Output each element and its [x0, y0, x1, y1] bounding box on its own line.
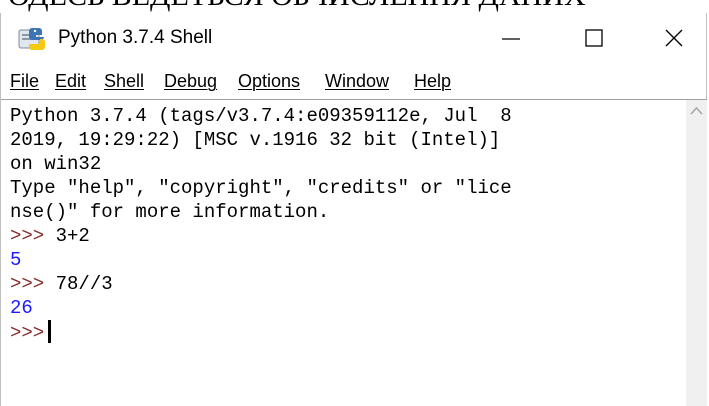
- menu-options[interactable]: Options: [238, 71, 300, 92]
- input-text: 78//3: [55, 273, 113, 295]
- prompt: >>>: [10, 273, 45, 295]
- minimize-icon: [502, 37, 520, 40]
- maximize-icon: [585, 28, 603, 47]
- title-bar[interactable]: Python 3.7.4 Shell: [1, 13, 706, 62]
- menu-debug[interactable]: Debug: [164, 71, 217, 92]
- banner-line: on win32: [10, 153, 102, 175]
- vertical-scrollbar[interactable]: [686, 99, 707, 406]
- shell-text-area[interactable]: Python 3.7.4 (tags/v3.7.4:e09359112e, Ju…: [1, 99, 686, 406]
- prompt: >>>: [10, 322, 45, 344]
- menu-bar: File Edit Shell Debug Options Window Hel…: [1, 62, 706, 98]
- close-button[interactable]: [638, 13, 709, 62]
- input-line: >>> 3+2: [10, 224, 90, 248]
- input-line: >>> 78//3: [10, 272, 113, 296]
- python-idle-icon: [18, 28, 45, 50]
- banner-line: nse()" for more information.: [10, 201, 330, 223]
- active-prompt-line[interactable]: >>>: [10, 320, 52, 344]
- menu-help[interactable]: Help: [414, 71, 451, 92]
- prompt: >>>: [10, 225, 45, 247]
- maximize-button[interactable]: [558, 13, 630, 62]
- banner-line: Type "help", "copyright", "credits" or "…: [10, 177, 512, 199]
- menu-file[interactable]: File: [10, 71, 39, 92]
- output-line: 26: [10, 297, 33, 319]
- menu-edit[interactable]: Edit: [55, 71, 86, 92]
- banner-line: Python 3.7.4 (tags/v3.7.4:e09359112e, Ju…: [10, 105, 512, 127]
- idle-shell-window: Python 3.7.4 Shell File Edit Shell Debug…: [0, 13, 707, 406]
- chevron-up-icon[interactable]: [690, 106, 703, 116]
- text-cursor: [48, 320, 52, 343]
- output-line: 5: [10, 249, 22, 271]
- menu-shell[interactable]: Shell: [104, 71, 144, 92]
- input-text: 3+2: [55, 225, 90, 247]
- close-icon: [665, 29, 683, 46]
- menu-window[interactable]: Window: [325, 71, 389, 92]
- background-caption: ОДЕСЬ ВЕДЕТЬСЯ ОБЧИСЛЕННЯ ДАНИХ: [8, 0, 586, 13]
- minimize-button[interactable]: [475, 13, 547, 62]
- window-title: Python 3.7.4 Shell: [58, 27, 213, 48]
- banner-line: 2019, 19:29:22) [MSC v.1916 32 bit (Inte…: [10, 129, 501, 151]
